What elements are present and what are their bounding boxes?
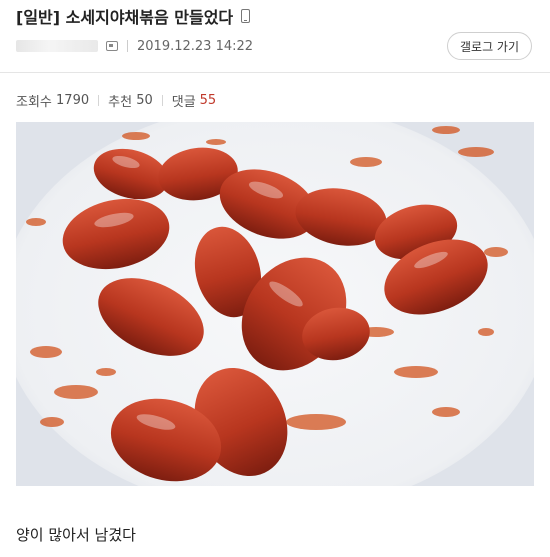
- post-title: [일반] 소세지야채볶음 만들었다: [16, 4, 233, 28]
- stats-separator: [98, 94, 100, 106]
- comments-label[interactable]: 댓글: [172, 91, 196, 110]
- header-divider: [0, 72, 550, 73]
- views-count: 1790: [56, 92, 90, 108]
- post-date: 2019.12.23 14:22: [137, 38, 254, 54]
- likes-label: 추천: [108, 94, 133, 110]
- sausage-dish-image: [16, 122, 534, 486]
- post-photo[interactable]: [16, 122, 534, 486]
- author-name-blurred[interactable]: [16, 40, 98, 52]
- mobile-icon: [241, 9, 251, 23]
- post-body-text: 양이 많아서 남겼다: [16, 526, 136, 544]
- meta-separator: [127, 40, 128, 52]
- profile-icon[interactable]: [106, 41, 118, 51]
- gallery-log-button[interactable]: 갤로그 가기: [446, 32, 532, 60]
- post-title-text: 소세지야채볶음 만들었다: [65, 8, 234, 27]
- post-category: [일반]: [16, 8, 61, 27]
- comments-count[interactable]: 55: [200, 93, 217, 108]
- post-title-row: [일반] 소세지야채볶음 만들었다: [16, 4, 251, 28]
- stats-separator: [161, 94, 163, 106]
- views-label: 조회수: [16, 94, 52, 110]
- post-meta: 2019.12.23 14:22 갤로그 가기: [16, 32, 536, 60]
- post-stats: 조회수 1790 추천 50 댓글 55: [16, 91, 217, 110]
- likes-count: 50: [136, 92, 153, 108]
